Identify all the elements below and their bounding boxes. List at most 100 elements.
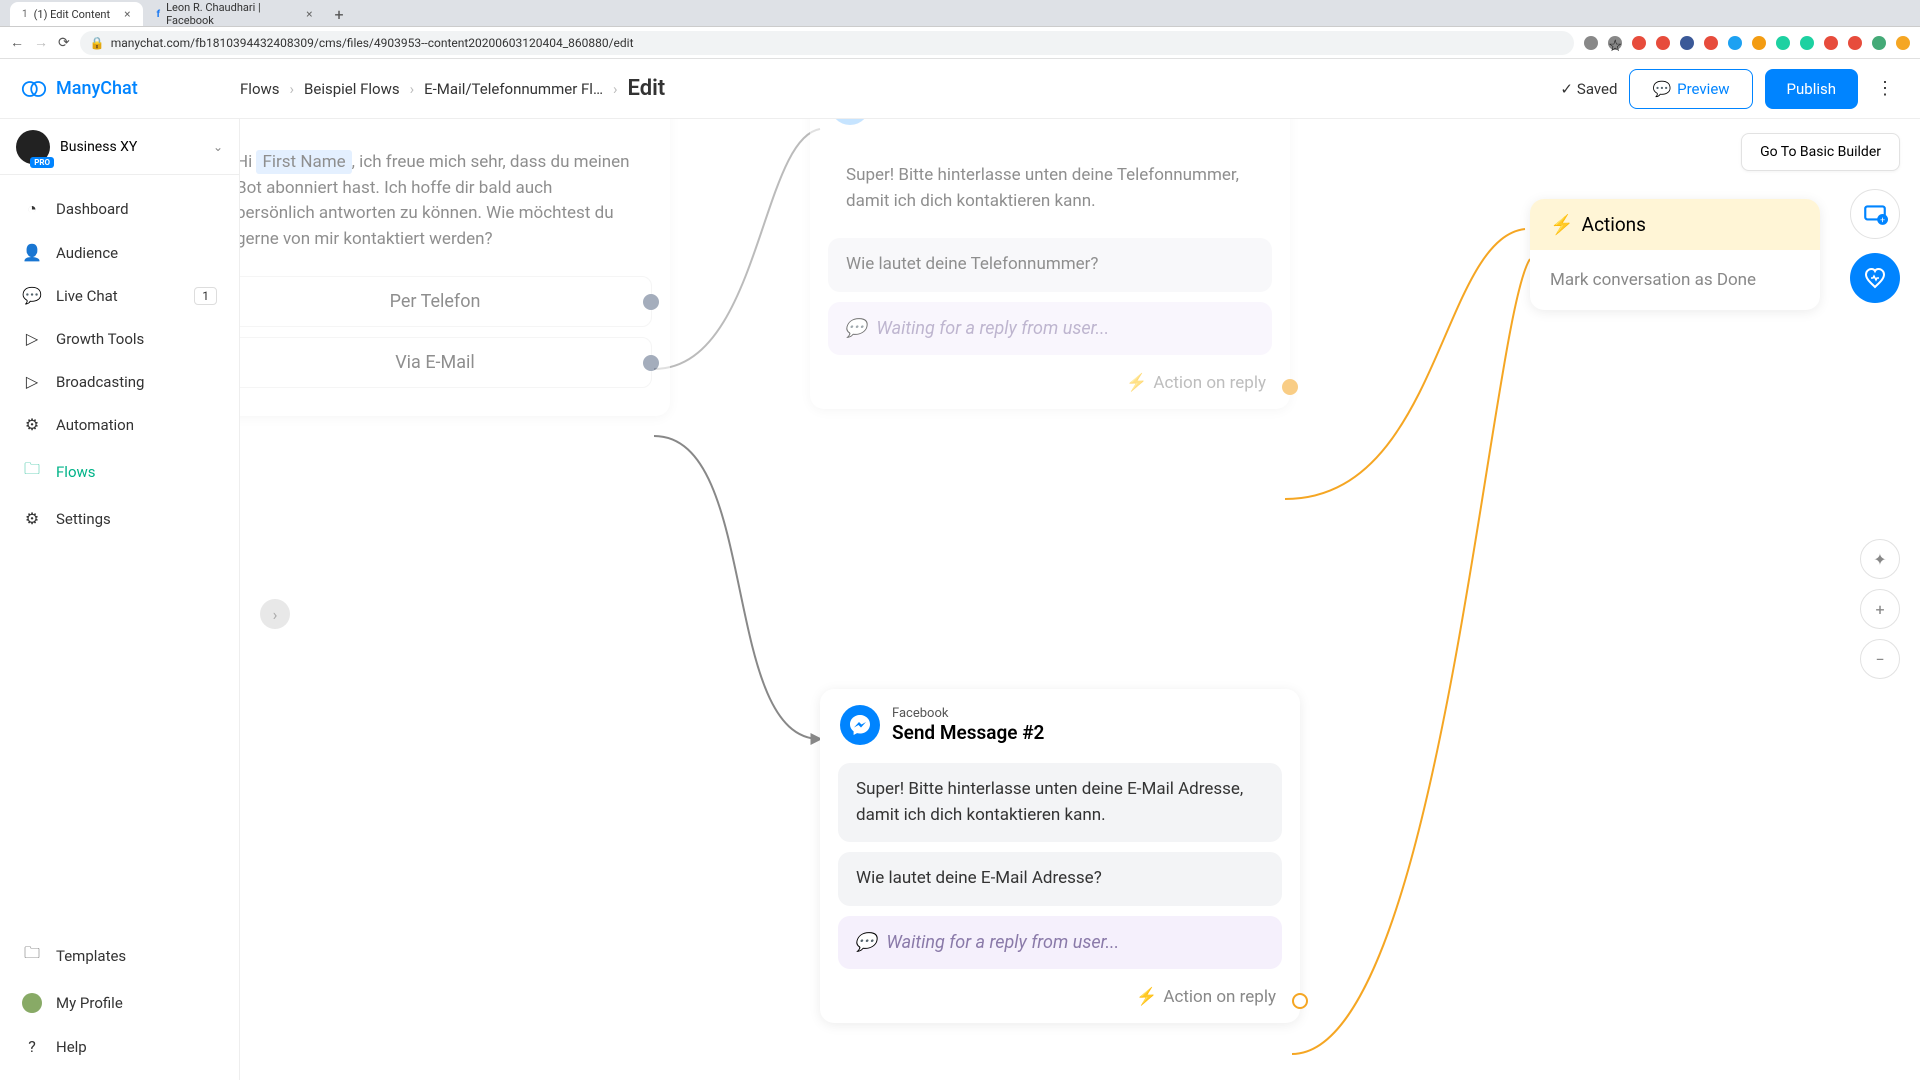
flow-card-send-message-1[interactable]: ✉ Send Message #1 Select the next step o… <box>810 119 1290 409</box>
nav-dashboard[interactable]: ◔ Dashboard <box>0 187 239 231</box>
logo-icon <box>20 75 48 103</box>
option-via-email[interactable]: Via E-Mail <box>240 337 652 388</box>
help-fab[interactable] <box>1850 253 1900 303</box>
gauge-icon: ◔ <box>22 199 42 219</box>
actions-card[interactable]: ⚡ Actions Mark conversation as Done <box>1530 199 1820 310</box>
breadcrumb-item[interactable]: Beispiel Flows <box>304 80 400 98</box>
ext-icon[interactable] <box>1584 36 1598 50</box>
option-per-telefon[interactable]: Per Telefon <box>240 276 652 327</box>
waiting-label: Waiting for a reply from user... <box>886 932 1119 953</box>
nav-broadcasting[interactable]: ▷Broadcasting <box>0 360 239 403</box>
card-title: Send Message #2 <box>892 721 1044 744</box>
connector-dot[interactable] <box>1292 993 1308 1009</box>
sidebar: PRO Business XY ⌄ ◔ Dashboard 👤Audience 💬… <box>0 119 240 1080</box>
ext-icon[interactable] <box>1848 36 1862 50</box>
actions-title: Actions <box>1582 213 1646 236</box>
browser-tab[interactable]: f Leon R. Chaudhari | Facebook × <box>145 2 325 26</box>
back-icon[interactable]: ← <box>10 34 24 51</box>
action-on-reply[interactable]: ⚡ Action on reply <box>820 979 1300 1023</box>
action-label: Action on reply <box>1163 987 1276 1007</box>
avatar-icon[interactable] <box>1872 36 1886 50</box>
message-text[interactable]: Super! Bitte hinterlasse unten deine Tel… <box>828 149 1272 228</box>
nav-label: My Profile <box>56 994 123 1012</box>
ext-icon[interactable] <box>1656 36 1670 50</box>
nav-label: Dashboard <box>56 200 129 218</box>
close-icon[interactable]: × <box>306 7 312 21</box>
actions-body[interactable]: Mark conversation as Done <box>1530 250 1820 310</box>
ext-icon[interactable]: ☆ <box>1608 36 1622 50</box>
add-message-icon: + <box>1862 201 1888 227</box>
flow-card-send-message[interactable]: Send Message Hi First Name, ich freue mi… <box>240 119 670 416</box>
zoom-out-button[interactable]: − <box>1860 639 1900 679</box>
nav-label: Live Chat <box>56 287 118 305</box>
connector-dot[interactable] <box>1282 379 1298 395</box>
nav-growth[interactable]: ▷Growth Tools <box>0 317 239 360</box>
waiting-label: Waiting for a reply from user... <box>876 318 1109 339</box>
message-text[interactable]: Hi First Name, ich freue mich sehr, dass… <box>240 136 652 266</box>
nav-livechat[interactable]: 💬Live Chat1 <box>0 274 239 317</box>
publish-button[interactable]: Publish <box>1765 69 1858 109</box>
ext-icon[interactable] <box>1680 36 1694 50</box>
breadcrumb-item[interactable]: E-Mail/Telefonnummer Fl… <box>424 80 603 98</box>
nav-help[interactable]: ?Help <box>0 1025 239 1068</box>
waiting-reply: 💬 Waiting for a reply from user... <box>838 916 1282 969</box>
automation-icon: ⚙ <box>22 415 42 434</box>
chat-icon: 💬 <box>844 318 866 339</box>
ext-icon[interactable] <box>1752 36 1766 50</box>
kebab-menu[interactable]: ⋮ <box>1870 74 1900 104</box>
tab-title: Leon R. Chaudhari | Facebook <box>166 1 292 27</box>
question-bubble[interactable]: Wie lautet deine Telefonnummer? <box>828 238 1272 292</box>
variable-token[interactable]: First Name <box>256 150 351 174</box>
nav-label: Settings <box>56 510 111 528</box>
action-label: Action on reply <box>1153 373 1266 393</box>
nav-automation[interactable]: ⚙Automation <box>0 403 239 446</box>
nav-templates[interactable]: 🗀Templates <box>0 930 239 981</box>
collapse-button[interactable]: › <box>260 599 290 629</box>
nav-bottom: 🗀Templates My Profile ?Help <box>0 930 239 1080</box>
ext-icon[interactable] <box>1776 36 1790 50</box>
canvas[interactable]: Go To Basic Builder + ✦ + − › Send Messa… <box>240 119 1920 1080</box>
nav-profile[interactable]: My Profile <box>0 981 239 1025</box>
actions-header: ⚡ Actions <box>1530 199 1820 250</box>
preview-label: Preview <box>1677 80 1729 98</box>
breadcrumb-item[interactable]: Flows <box>240 80 280 98</box>
url-input[interactable]: 🔒 manychat.com/fb181039443240830​9/cms/f… <box>80 31 1574 55</box>
card-header: Send Message <box>240 119 670 126</box>
gear-icon: ⚙ <box>22 509 42 528</box>
nav-audience[interactable]: 👤Audience <box>0 231 239 274</box>
preview-icon: 💬 <box>1652 80 1671 98</box>
card-header: Facebook Send Message #2 <box>820 689 1300 753</box>
zoom-controls: ✦ + − <box>1860 539 1900 679</box>
logo[interactable]: ManyChat <box>20 75 220 103</box>
preview-button[interactable]: 💬 Preview <box>1629 69 1752 109</box>
ext-icon[interactable] <box>1632 36 1646 50</box>
nav-flows[interactable]: 🗀Flows <box>0 446 239 497</box>
add-node-button[interactable]: + <box>1850 189 1900 239</box>
fit-button[interactable]: ✦ <box>1860 539 1900 579</box>
reload-icon[interactable]: ⟳ <box>58 35 70 51</box>
basic-builder-button[interactable]: Go To Basic Builder <box>1741 133 1900 171</box>
chevron-right-icon: › <box>613 80 618 98</box>
ext-icon[interactable] <box>1728 36 1742 50</box>
chevron-right-icon: › <box>410 80 415 98</box>
business-selector[interactable]: PRO Business XY ⌄ <box>0 119 239 175</box>
action-on-reply[interactable]: ⚡ Action on reply <box>810 365 1290 409</box>
question-bubble[interactable]: Wie lautet deine E-Mail Adresse? <box>838 852 1282 906</box>
zoom-in-button[interactable]: + <box>1860 589 1900 629</box>
menu-icon[interactable] <box>1896 36 1910 50</box>
app-header: ManyChat Flows › Beispiel Flows › E-Mail… <box>0 59 1920 119</box>
saved-indicator: ✓ Saved <box>1560 80 1617 98</box>
flow-card-send-message-2[interactable]: Facebook Send Message #2 Super! Bitte hi… <box>820 689 1300 1023</box>
browser-tab-active[interactable]: 1 (1) Edit Content × <box>10 2 143 26</box>
ext-icon[interactable] <box>1704 36 1718 50</box>
bolt-icon: ⚡ <box>1550 213 1574 236</box>
nav-label: Flows <box>56 463 96 481</box>
breadcrumb: Flows › Beispiel Flows › E-Mail/Telefonn… <box>240 76 665 101</box>
message-text[interactable]: Super! Bitte hinterlasse unten deine E-M… <box>838 763 1282 842</box>
ext-icon[interactable] <box>1824 36 1838 50</box>
new-tab-button[interactable]: + <box>327 2 352 26</box>
address-bar: ← → ⟳ 🔒 manychat.com/fb181039443240830​9… <box>0 27 1920 59</box>
nav-settings[interactable]: ⚙ Settings <box>0 497 239 540</box>
ext-icon[interactable] <box>1800 36 1814 50</box>
close-icon[interactable]: × <box>124 7 130 21</box>
